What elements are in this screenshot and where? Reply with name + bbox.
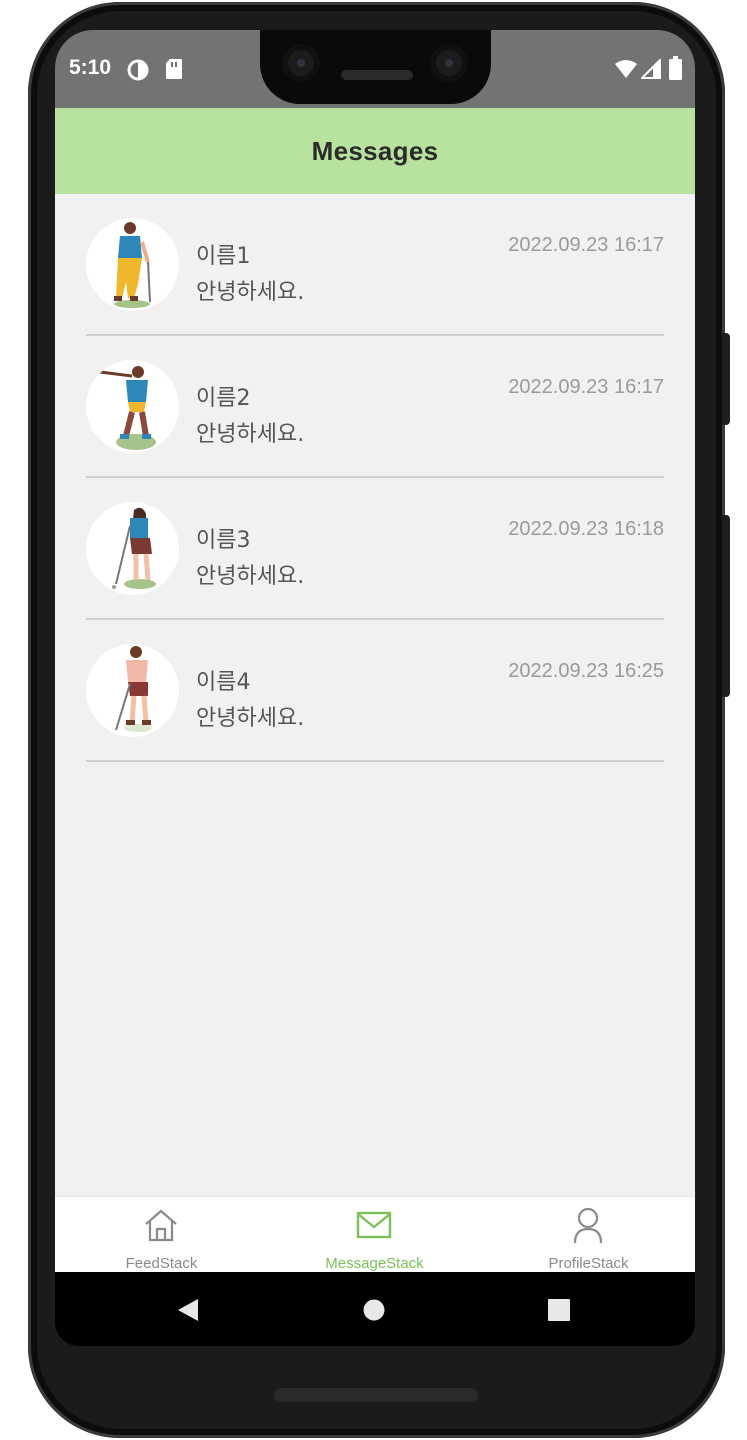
bottom-tab-bar: FeedStack MessageStack ProfileStack [55, 1196, 695, 1273]
tab-label: MessageStack [325, 1255, 424, 1272]
tab-messagestack[interactable]: MessageStack [268, 1197, 481, 1273]
sender-name: 이름1 [196, 244, 251, 269]
sender-name: 이름2 [196, 386, 251, 411]
message-preview: 안녕하세요. [196, 564, 305, 589]
golfer-avatar-icon [86, 644, 179, 737]
system-nav-bar [55, 1272, 695, 1346]
mail-icon [356, 1211, 392, 1239]
golfer-avatar-icon [86, 502, 179, 595]
power-button [722, 333, 730, 425]
user-icon [573, 1207, 603, 1244]
back-icon[interactable] [176, 1298, 200, 1322]
home-icon [145, 1209, 177, 1242]
sd-card-icon [166, 59, 182, 79]
sender-name: 이름4 [196, 670, 251, 695]
message-preview: 안녕하세요. [196, 706, 305, 731]
status-time: 5:10 [69, 56, 112, 79]
app-header: Messages [55, 108, 695, 194]
wifi-icon [615, 60, 637, 78]
bottom-speaker-grille [274, 1388, 478, 1402]
volume-button [722, 515, 730, 697]
tab-profilestack[interactable]: ProfileStack [482, 1197, 695, 1273]
message-row[interactable]: 이름4 안녕하세요. 2022.09.23 16:25 [86, 620, 664, 762]
message-list-area[interactable]: 이름1 안녕하세요. 2022.09.23 16:17 이름2 안녕하세요. 2… [55, 194, 695, 1196]
message-list: 이름1 안녕하세요. 2022.09.23 16:17 이름2 안녕하세요. 2… [86, 194, 664, 762]
sender-name: 이름3 [196, 528, 251, 553]
message-timestamp: 2022.09.23 16:25 [508, 660, 664, 682]
message-timestamp: 2022.09.23 16:17 [508, 234, 664, 256]
message-preview: 안녕하세요. [196, 280, 305, 305]
message-preview: 안녕하세요. [196, 422, 305, 447]
message-timestamp: 2022.09.23 16:17 [508, 376, 664, 398]
tab-feedstack[interactable]: FeedStack [55, 1197, 268, 1273]
page-title: Messages [311, 135, 439, 166]
earpiece-speaker [341, 70, 413, 80]
message-timestamp: 2022.09.23 16:18 [508, 518, 664, 540]
recents-icon[interactable] [548, 1299, 570, 1321]
home-circle-icon[interactable] [363, 1299, 385, 1321]
golfer-avatar-icon [86, 218, 179, 311]
battery-icon [669, 56, 682, 80]
message-row[interactable]: 이름2 안녕하세요. 2022.09.23 16:17 [86, 336, 664, 478]
tab-label: FeedStack [125, 1255, 198, 1272]
data-saver-icon [127, 59, 149, 81]
message-row[interactable]: 이름3 안녕하세요. 2022.09.23 16:18 [86, 478, 664, 620]
tab-label: ProfileStack [548, 1255, 629, 1272]
front-camera-2 [430, 44, 468, 82]
front-camera [282, 44, 320, 82]
cellular-signal-icon [641, 59, 661, 79]
message-row[interactable]: 이름1 안녕하세요. 2022.09.23 16:17 [86, 194, 664, 336]
golfer-avatar-icon [86, 360, 179, 453]
screen: 5:10 Messages 이름1 안녕하세요. 2022.09.23 16:1… [55, 30, 695, 1346]
camera-notch [260, 30, 491, 104]
